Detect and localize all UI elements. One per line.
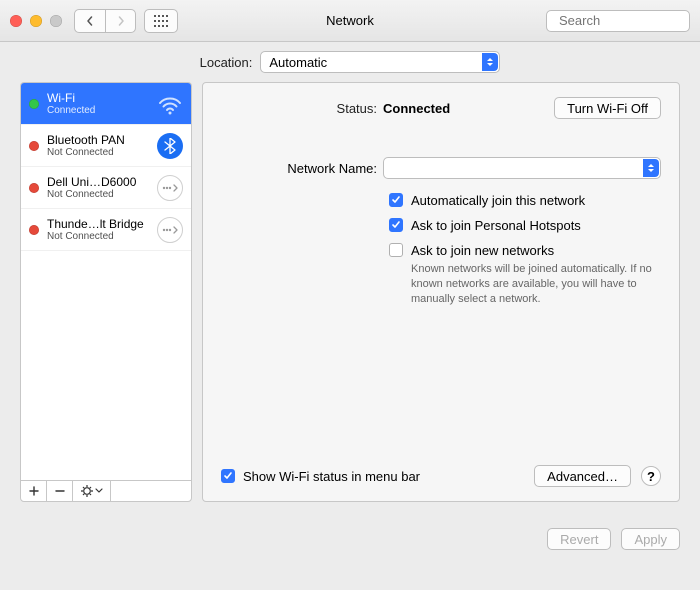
- ask-hotspot-checkbox[interactable]: Ask to join Personal Hotspots: [389, 218, 661, 233]
- global-footer: Revert Apply: [0, 518, 700, 564]
- help-button[interactable]: ?: [641, 466, 661, 486]
- search-field[interactable]: [546, 10, 690, 32]
- zoom-window-button[interactable]: [50, 15, 62, 27]
- interface-name: Thunde…lt Bridge: [47, 217, 149, 231]
- advanced-button[interactable]: Advanced…: [534, 465, 631, 487]
- location-label: Location:: [200, 55, 253, 70]
- help-text: Known networks will be joined automatica…: [411, 262, 661, 307]
- search-input[interactable]: [557, 12, 700, 29]
- apply-button[interactable]: Apply: [621, 528, 680, 550]
- checkbox-label: Show Wi-Fi status in menu bar: [243, 469, 420, 484]
- location-select[interactable]: Automatic: [260, 51, 500, 73]
- nav-buttons: [74, 9, 136, 33]
- status-row: Status: Connected Turn Wi-Fi Off: [221, 97, 661, 119]
- status-dot-icon: [29, 141, 39, 151]
- location-value: Automatic: [269, 55, 327, 70]
- add-interface-button[interactable]: [21, 481, 47, 501]
- network-name-row: Network Name:: [221, 157, 661, 179]
- bluetooth-icon: [157, 133, 183, 159]
- network-name-label: Network Name:: [221, 161, 383, 176]
- interface-name: Dell Uni…D6000: [47, 175, 149, 189]
- window-controls: [10, 15, 62, 27]
- actions-menu-button[interactable]: [73, 481, 111, 501]
- revert-button[interactable]: Revert: [547, 528, 611, 550]
- detail-bottom-row: Show Wi-Fi status in menu bar Advanced… …: [221, 465, 661, 487]
- forward-button[interactable]: [105, 10, 135, 32]
- sidebar-item-wifi[interactable]: Wi-Fi Connected: [21, 83, 191, 125]
- chevron-updown-icon: [482, 53, 498, 71]
- checkbox-group: Automatically join this network Ask to j…: [389, 193, 661, 258]
- interface-sub: Connected: [47, 105, 149, 116]
- back-button[interactable]: [75, 10, 105, 32]
- turn-wifi-off-button[interactable]: Turn Wi-Fi Off: [554, 97, 661, 119]
- interface-name: Wi-Fi: [47, 91, 149, 105]
- titlebar: Network: [0, 0, 700, 42]
- interface-list: Wi-Fi Connected Bluetooth PAN Not Connec…: [20, 82, 192, 480]
- checkbox-label: Automatically join this network: [411, 193, 585, 208]
- interface-sub: Not Connected: [47, 147, 149, 158]
- interface-name: Bluetooth PAN: [47, 133, 149, 147]
- wifi-icon: [157, 91, 183, 117]
- gear-icon: [81, 485, 93, 497]
- checkbox-icon: [389, 243, 403, 257]
- sidebar-item-bluetooth-pan[interactable]: Bluetooth PAN Not Connected: [21, 125, 191, 167]
- chevron-down-icon: [95, 488, 103, 494]
- status-value: Connected: [383, 101, 450, 116]
- checkbox-label: Ask to join Personal Hotspots: [411, 218, 581, 233]
- network-name-select[interactable]: [383, 157, 661, 179]
- status-dot-icon: [29, 183, 39, 193]
- checkbox-icon: [221, 469, 235, 483]
- ethernet-icon: [157, 217, 183, 243]
- sidebar-footer-spacer: [111, 481, 191, 501]
- ethernet-icon: [157, 175, 183, 201]
- chevron-updown-icon: [643, 159, 659, 177]
- main-panel: Wi-Fi Connected Bluetooth PAN Not Connec…: [0, 82, 700, 518]
- sidebar-footer: [20, 480, 192, 502]
- detail-panel: Status: Connected Turn Wi-Fi Off Network…: [202, 82, 680, 502]
- interface-sub: Not Connected: [47, 231, 149, 242]
- status-label: Status:: [221, 101, 383, 116]
- status-dot-icon: [29, 99, 39, 109]
- location-row: Location: Automatic: [0, 42, 700, 82]
- show-all-button[interactable]: [144, 9, 178, 33]
- interface-sub: Not Connected: [47, 189, 149, 200]
- auto-join-checkbox[interactable]: Automatically join this network: [389, 193, 661, 208]
- remove-interface-button[interactable]: [47, 481, 73, 501]
- show-menubar-checkbox[interactable]: Show Wi-Fi status in menu bar: [221, 469, 420, 484]
- close-window-button[interactable]: [10, 15, 22, 27]
- minimize-window-button[interactable]: [30, 15, 42, 27]
- sidebar-item-thunderbolt-bridge[interactable]: Thunde…lt Bridge Not Connected: [21, 209, 191, 251]
- sidebar-item-dell[interactable]: Dell Uni…D6000 Not Connected: [21, 167, 191, 209]
- checkbox-icon: [389, 218, 403, 232]
- checkbox-icon: [389, 193, 403, 207]
- sidebar: Wi-Fi Connected Bluetooth PAN Not Connec…: [20, 82, 192, 502]
- ask-new-checkbox[interactable]: Ask to join new networks: [389, 243, 661, 258]
- checkbox-label: Ask to join new networks: [411, 243, 554, 258]
- status-dot-icon: [29, 225, 39, 235]
